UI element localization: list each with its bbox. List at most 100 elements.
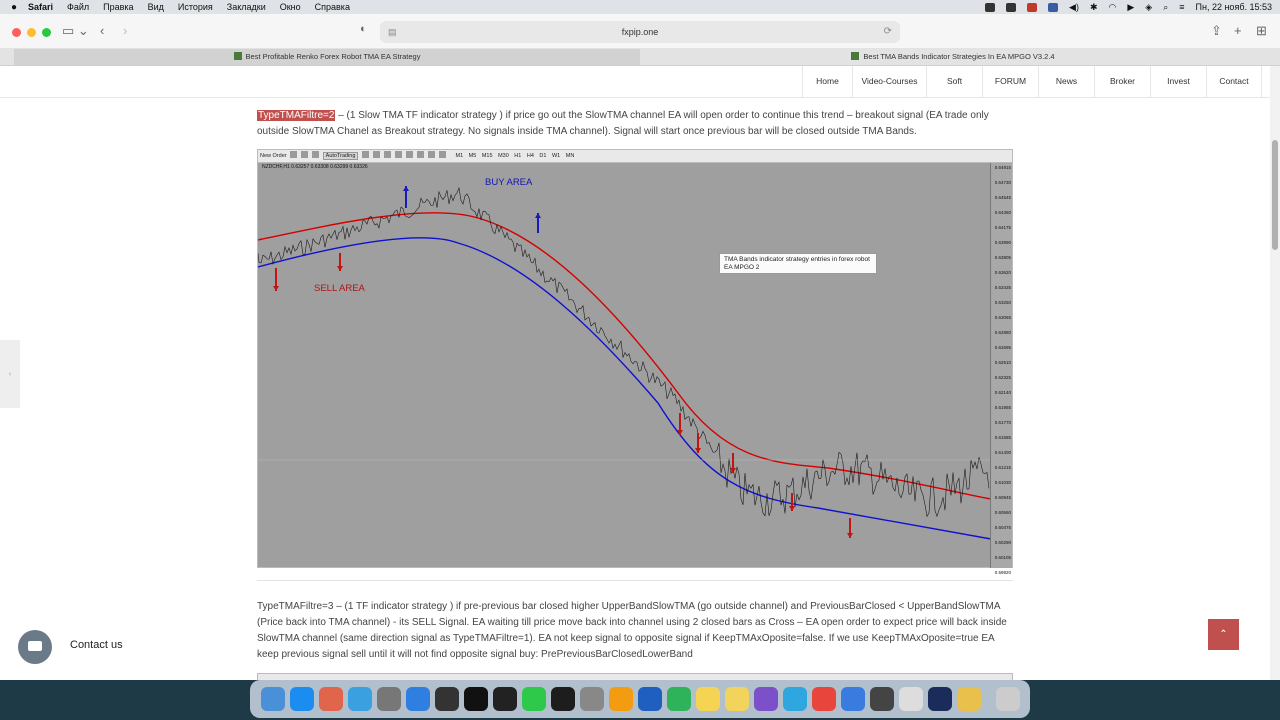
app-icon[interactable] xyxy=(956,687,981,711)
address-text: fxpip.one xyxy=(621,27,659,37)
sidebar-toggle-icon[interactable]: ▭ ⌄ xyxy=(62,23,89,39)
address-bar[interactable]: ▤ fxpip.one ⟳ xyxy=(380,21,900,43)
finder-icon[interactable] xyxy=(260,687,285,711)
mail-icon[interactable] xyxy=(405,687,430,711)
pages-icon[interactable] xyxy=(608,687,633,711)
nav-contact[interactable]: Contact xyxy=(1206,66,1262,97)
browser-toolbar: ▭ ⌄ ‹ › ◐ ▤ fxpip.one ⟳ ⇪ + ⊞ xyxy=(0,14,1280,49)
toolbar-icon xyxy=(290,151,298,158)
minimize-window-button[interactable] xyxy=(27,28,36,37)
scroll-to-top-button[interactable]: ⌃ xyxy=(1208,619,1239,650)
app-icon[interactable] xyxy=(869,687,894,711)
menubar-app-name[interactable]: Safari xyxy=(28,2,53,12)
tab-overview-icon[interactable]: ⊞ xyxy=(1256,23,1267,39)
stickies-icon[interactable] xyxy=(724,687,749,711)
flag-icon[interactable] xyxy=(1048,2,1059,12)
buy-arrow-head xyxy=(403,186,409,191)
new-tab-icon[interactable]: + xyxy=(1234,23,1242,38)
nav-invest[interactable]: Invest xyxy=(1150,66,1206,97)
tf-m30: M30 xyxy=(498,153,509,159)
contact-us-button[interactable] xyxy=(18,630,52,664)
viber-icon[interactable] xyxy=(753,687,778,711)
safari-icon[interactable] xyxy=(840,687,865,711)
side-slide-tab[interactable]: ‹ xyxy=(0,340,20,408)
control-center-icon[interactable]: ◈ xyxy=(1145,2,1152,13)
menu-icon[interactable]: ≡ xyxy=(1179,2,1184,12)
menubar-item-history[interactable]: История xyxy=(178,2,213,12)
back-arrow-icon[interactable]: ‹ xyxy=(100,23,104,38)
pen-icon[interactable] xyxy=(985,2,996,12)
toolbar-icon xyxy=(394,151,402,158)
contact-us-label[interactable]: Contact us xyxy=(70,639,123,651)
record-icon[interactable] xyxy=(1006,2,1017,12)
forward-arrow-icon[interactable]: › xyxy=(123,23,127,38)
numbers-icon[interactable] xyxy=(666,687,691,711)
privacy-shield-icon[interactable]: ◐ xyxy=(360,23,367,35)
chrome-icon[interactable] xyxy=(811,687,836,711)
tab-renko-strategy[interactable]: Best Profitable Renko Forex Robot TMA EA… xyxy=(14,49,640,65)
menubar-item-bookmarks[interactable]: Закладки xyxy=(227,2,266,12)
tf-m1: M1 xyxy=(455,153,464,159)
price-scale: 0.64915 0.64730 0.64545 0.64360 0.64175 0.639… xyxy=(990,163,1012,575)
facetime-icon[interactable] xyxy=(521,687,546,711)
trash-icon[interactable] xyxy=(995,687,1020,711)
nav-news[interactable]: News xyxy=(1038,66,1094,97)
activity-monitor-icon[interactable] xyxy=(550,687,575,711)
toolbar-icon xyxy=(438,151,446,158)
menubar-item-help[interactable]: Справка xyxy=(315,2,350,12)
terminal-icon[interactable] xyxy=(492,687,517,711)
menubar-item-view[interactable]: Вид xyxy=(148,2,164,12)
app-icon[interactable] xyxy=(463,687,488,711)
trello-icon[interactable] xyxy=(637,687,662,711)
nav-broker[interactable]: Broker xyxy=(1094,66,1150,97)
nav-home[interactable]: Home xyxy=(802,66,852,97)
menubar-item-file[interactable]: Файл xyxy=(67,2,89,12)
textedit-icon[interactable] xyxy=(898,687,923,711)
toolbar-icon xyxy=(372,151,380,158)
nav-soft[interactable]: Soft xyxy=(926,66,982,97)
tab-tma-bands[interactable]: Best TMA Bands Indicator Strategies In E… xyxy=(640,49,1266,65)
app-store-icon[interactable] xyxy=(289,687,314,711)
app-status-icon[interactable] xyxy=(1027,2,1038,12)
window-controls xyxy=(12,28,51,37)
close-window-button[interactable] xyxy=(12,28,21,37)
calculator-icon[interactable] xyxy=(579,687,604,711)
notes-icon[interactable] xyxy=(695,687,720,711)
tf-h4: H4 xyxy=(526,153,534,159)
telegram-icon[interactable] xyxy=(782,687,807,711)
clock[interactable]: Пн, 22 нояб. 15:53 xyxy=(1196,2,1272,12)
menubar-item-window[interactable]: Окно xyxy=(280,2,301,12)
apple-menu-icon[interactable]: ● xyxy=(0,2,28,13)
settings-icon[interactable] xyxy=(376,687,401,711)
play-icon[interactable]: ▶ xyxy=(1127,2,1134,13)
app-icon[interactable] xyxy=(434,687,459,711)
price-scale-label: 0.62510 xyxy=(994,360,1011,365)
app-icon[interactable] xyxy=(927,687,952,711)
sell-arrow-head xyxy=(337,266,343,271)
tf-m5: M5 xyxy=(468,153,477,159)
price-scale-label: 0.61585 xyxy=(994,435,1011,440)
price-scale-label: 0.60290 xyxy=(994,540,1011,545)
mt4-chart-image: New Order AutoTrading M1 M5 M15 M30 H1 H… xyxy=(257,149,1013,575)
nav-video-courses[interactable]: Video-Courses xyxy=(852,66,926,97)
price-scale-label: 0.60475 xyxy=(994,525,1011,530)
launchpad-icon[interactable] xyxy=(318,687,343,711)
reload-icon[interactable]: ⟳ xyxy=(884,21,892,43)
chat-icon xyxy=(28,641,42,651)
wifi-icon[interactable]: ◠ xyxy=(1109,2,1117,13)
search-icon[interactable]: ⌕ xyxy=(1163,2,1168,13)
share-icon[interactable]: ⇪ xyxy=(1211,23,1222,39)
scrollbar-thumb[interactable] xyxy=(1272,140,1278,250)
tab-bar: Best Profitable Renko Forex Robot TMA EA… xyxy=(0,49,1280,66)
sell-arrow-head xyxy=(789,506,795,511)
favicon-icon xyxy=(851,52,860,60)
site-header: Home Video-Courses Soft FORUM News Broke… xyxy=(0,66,1270,98)
page-scrollbar[interactable] xyxy=(1270,66,1280,680)
cloud-icon[interactable] xyxy=(347,687,372,711)
nav-forum[interactable]: FORUM xyxy=(982,66,1038,97)
menubar-item-edit[interactable]: Правка xyxy=(103,2,133,12)
volume-icon[interactable]: ◀) xyxy=(1069,2,1079,13)
bluetooth-icon[interactable]: ✱ xyxy=(1090,2,1098,13)
zoom-window-button[interactable] xyxy=(42,28,51,37)
price-scale-label: 0.63065 xyxy=(994,315,1011,320)
